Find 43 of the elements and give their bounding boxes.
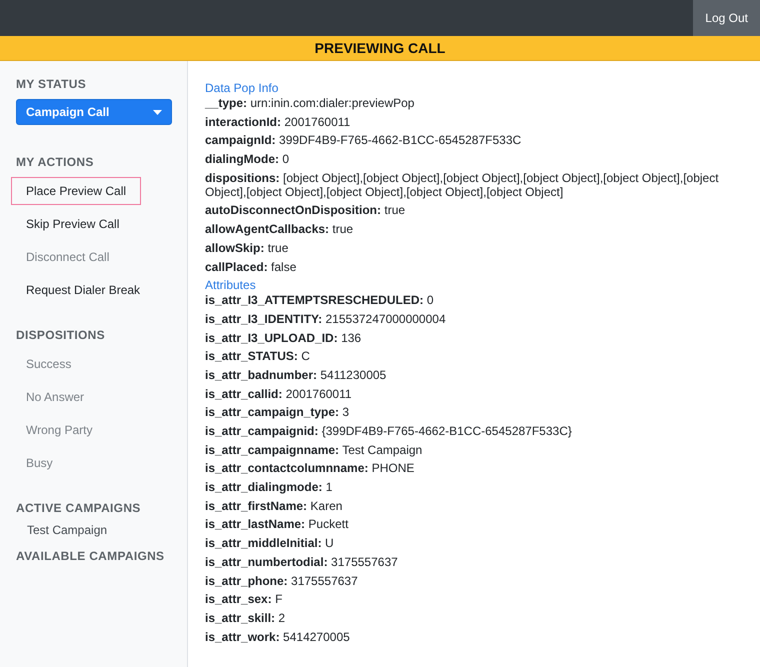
group-title: Attributes	[205, 278, 257, 292]
data-field: is_attr_contactcolumnname: PHONE	[205, 461, 746, 476]
data-field: dispositions: [object Object],[object Object],[object Object],[object Object],[object Object],[object Object],[object Object],[object Object],[object Object],[object Object]	[205, 170, 746, 199]
data-field: is_attr_I3_ATTEMPTSRESCHEDULED: 0	[205, 293, 746, 308]
data-field: interactionId: 2001760011	[205, 114, 746, 129]
data-field: is_attr_firstName: Karen	[205, 498, 746, 513]
data-field: is_attr_lastName: Puckett	[205, 517, 746, 532]
data-field: is_attr_middleInitial: U	[205, 536, 746, 550]
data-field: allowAgentCallbacks: true	[205, 222, 746, 236]
section-heading: ACTIVE CAMPAIGNS	[15, 501, 142, 515]
data-field: is_attr_campaign_type: 3	[205, 405, 746, 420]
data-field: is_attr_badnumber: 5411230005	[205, 368, 746, 382]
section-heading: AVAILABLE CAMPAIGNS	[15, 549, 166, 563]
data-field: is_attr_phone: 3175557637	[205, 574, 746, 588]
data-field: is_attr_work: 5414270005	[205, 630, 746, 644]
data-field: is_attr_I3_IDENTITY: 215537247000000004	[205, 312, 746, 326]
data-field: is_attr_campaignname: Test Campaign	[205, 442, 746, 457]
data-field: __type: urn:inin.com:dialer:previewPop	[205, 96, 746, 110]
data-field: is_attr_campaignid: {399DF4B9-F765-4662-B1CC-6545287F533C}	[205, 424, 746, 438]
data-field: is_attr_skill: 2	[205, 610, 746, 625]
section-heading: MY STATUS	[15, 77, 88, 91]
status-dropdown[interactable]: Campaign Call	[16, 99, 172, 125]
section-heading: MY ACTIONS	[15, 155, 95, 169]
data-field: callPlaced: false	[205, 260, 746, 274]
sidebar-item[interactable]: Skip Preview Call	[11, 210, 134, 238]
data-field: is_attr_dialingmode: 1	[205, 480, 746, 494]
section-heading: DISPOSITIONS	[15, 328, 106, 342]
data-field: is_attr_STATUS: C	[205, 349, 746, 364]
banner-title: PREVIEWING CALL	[314, 40, 446, 56]
data-field: allowSkip: true	[205, 240, 746, 255]
data-field: is_attr_callid: 2001760011	[205, 386, 746, 401]
sidebar-item[interactable]: Request Dialer Break	[11, 276, 156, 304]
logout-button[interactable]: Log Out	[693, 0, 760, 36]
data-field: campaignId: 399DF4B9-F765-4662-B1CC-6545287F533C	[205, 133, 746, 148]
group-title: Data Pop Info	[205, 81, 280, 95]
campaign-item[interactable]: Test Campaign	[0, 523, 187, 537]
data-field: is_attr_numbertodial: 3175557637	[205, 554, 746, 569]
caret-icon	[153, 110, 162, 114]
data-field: is_attr_sex: F	[205, 592, 746, 606]
data-field: dialingMode: 0	[205, 152, 746, 166]
data-field: autoDisconnectOnDisposition: true	[205, 203, 746, 218]
sidebar-item[interactable]: Place Preview Call	[11, 177, 142, 205]
data-field: is_attr_I3_UPLOAD_ID: 136	[205, 330, 746, 345]
